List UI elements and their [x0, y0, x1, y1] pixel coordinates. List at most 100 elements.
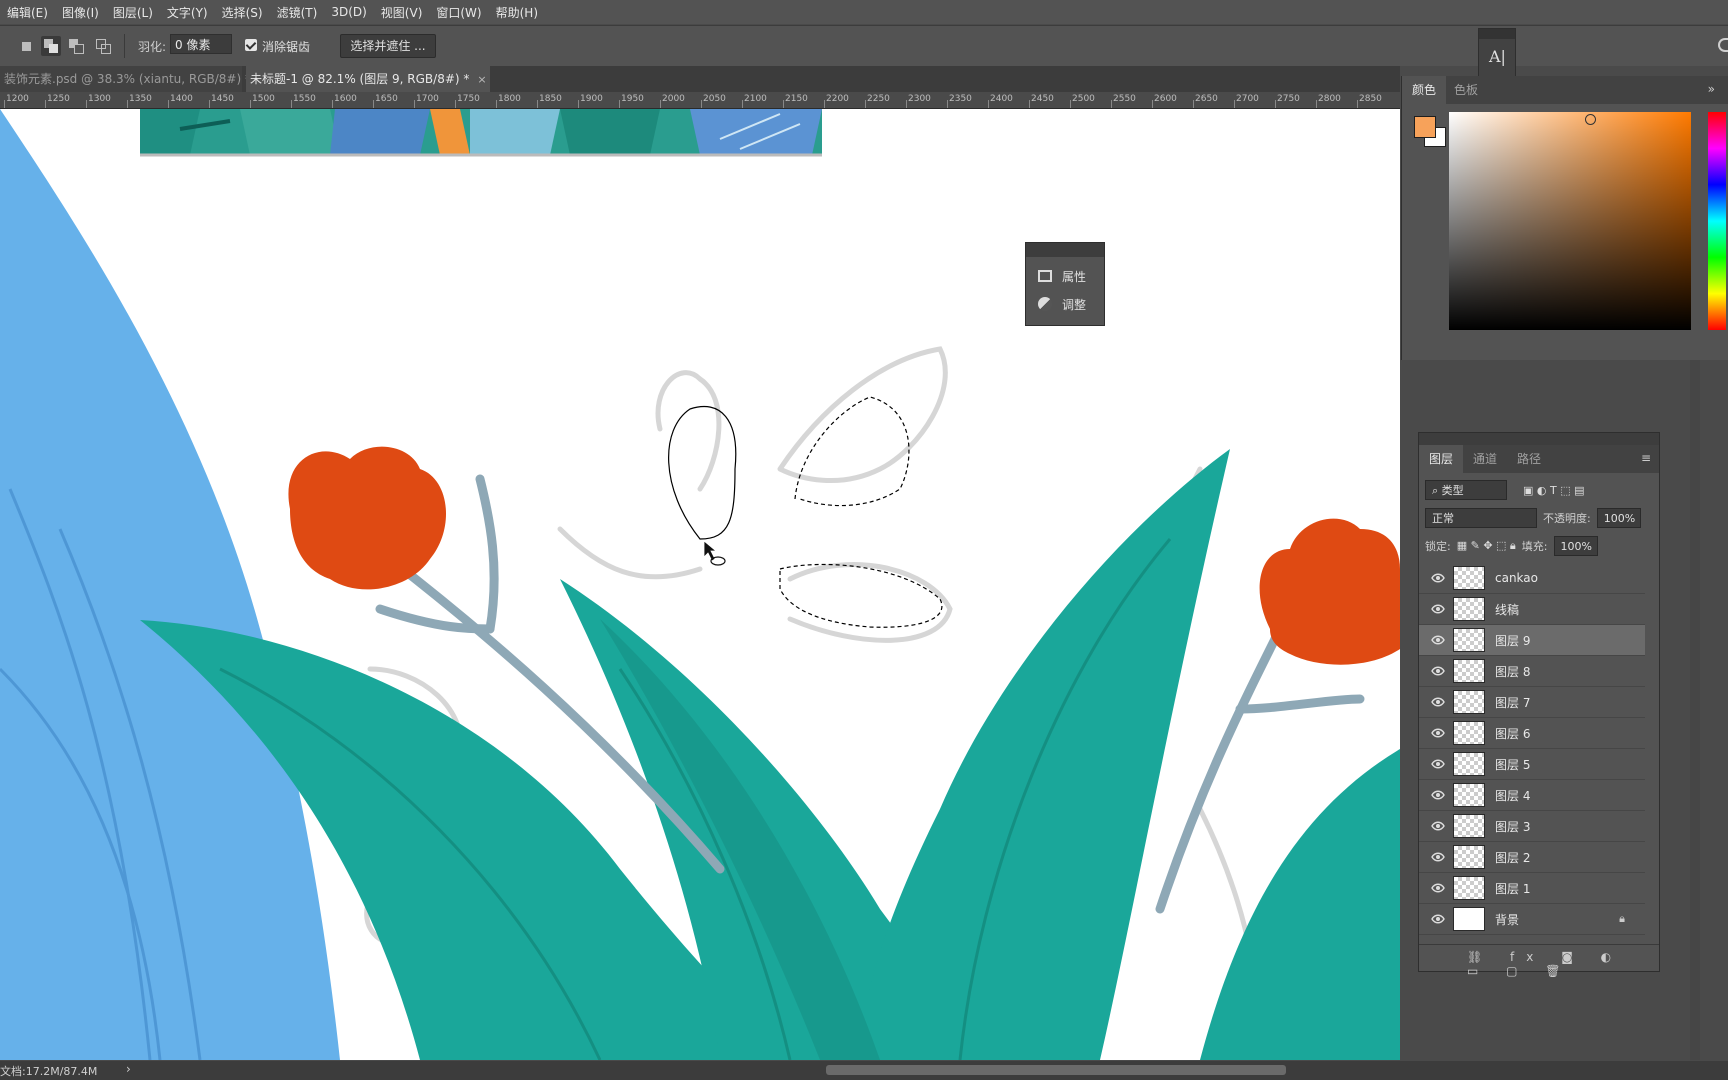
menu-help[interactable]: 帮助(H) [489, 4, 545, 21]
layer-thumbnail [1453, 752, 1485, 776]
menu-edit[interactable]: 编辑(E) [0, 4, 55, 21]
ruler-label: 2750 [1277, 94, 1300, 104]
layer-row[interactable]: 图层 3 [1419, 811, 1645, 842]
visibility-eye-icon[interactable] [1431, 788, 1445, 802]
status-arrow-icon[interactable]: › [126, 1062, 131, 1076]
layer-row[interactable]: 图层 6 [1419, 718, 1645, 749]
panel-scrollbar[interactable] [1690, 360, 1700, 1060]
tab-swatches[interactable]: 色板 [1444, 76, 1488, 104]
layer-name: 线稿 [1495, 602, 1520, 617]
visibility-eye-icon[interactable] [1431, 850, 1445, 864]
tab-paths[interactable]: 路径 [1507, 445, 1551, 473]
layer-row[interactable]: cankao [1419, 563, 1645, 594]
search-icon[interactable] [1718, 38, 1728, 52]
ruler-tick [291, 100, 292, 108]
antialias-checkbox[interactable] [245, 39, 257, 51]
color-panel-tabs: 颜色 色板 » [1402, 76, 1728, 104]
layer-row[interactable]: 线稿 [1419, 594, 1645, 625]
visibility-eye-icon[interactable] [1431, 695, 1445, 709]
menu-view[interactable]: 视图(V) [374, 4, 430, 21]
ruler-tick [1275, 100, 1276, 108]
visibility-eye-icon[interactable] [1431, 757, 1445, 771]
ruler-label: 1750 [457, 94, 480, 104]
layer-filter-select[interactable]: ⌕ 类型 [1425, 480, 1507, 500]
tab-channels[interactable]: 通道 [1463, 445, 1507, 473]
adjustments-button[interactable]: 调整 [1038, 293, 1086, 315]
document-tabs: 装饰元素.psd @ 38.3% (xiantu, RGB/8#) *× 未标题… [0, 66, 1400, 92]
layer-row[interactable]: 图层 2 [1419, 842, 1645, 873]
add-to-selection-icon[interactable] [41, 36, 61, 56]
menu-select[interactable]: 选择(S) [215, 4, 270, 21]
menu-image[interactable]: 图像(I) [55, 4, 106, 21]
layer-row[interactable]: 图层 7 [1419, 687, 1645, 718]
visibility-eye-icon[interactable] [1431, 912, 1445, 926]
type-panel-icon[interactable]: A| [1489, 47, 1506, 66]
document-canvas[interactable] [0, 109, 1400, 1060]
subtract-from-selection-icon[interactable] [66, 36, 86, 56]
color-picker-marker[interactable] [1585, 114, 1596, 125]
menu-type[interactable]: 文字(Y) [160, 4, 215, 21]
tab-label: 装饰元素.psd @ 38.3% (xiantu, RGB/8#) * [4, 72, 251, 86]
menu-layer[interactable]: 图层(L) [106, 4, 160, 21]
layer-row[interactable]: 图层 8 [1419, 656, 1645, 687]
ruler-label: 1950 [621, 94, 644, 104]
properties-button[interactable]: 属性 [1038, 265, 1086, 287]
layer-row[interactable]: 图层 9 [1419, 625, 1645, 656]
layer-row[interactable]: 图层 1 [1419, 873, 1645, 904]
ruler-label: 2250 [867, 94, 890, 104]
tab-decor-elements[interactable]: 装饰元素.psd @ 38.3% (xiantu, RGB/8#) *× [0, 66, 268, 92]
menu-3d[interactable]: 3D(D) [324, 5, 373, 19]
menu-window[interactable]: 窗口(W) [429, 4, 488, 21]
color-picker-field[interactable] [1449, 112, 1691, 330]
visibility-eye-icon[interactable] [1431, 881, 1445, 895]
opacity-input[interactable]: 100% [1596, 508, 1641, 528]
hue-slider[interactable] [1708, 112, 1726, 330]
feather-input[interactable]: 0 像素 [170, 34, 232, 54]
fill-input[interactable]: 100% [1553, 536, 1598, 556]
close-icon[interactable]: × [477, 73, 486, 86]
ruler-label: 2200 [826, 94, 849, 104]
visibility-eye-icon[interactable] [1431, 602, 1445, 616]
intersect-selection-icon[interactable] [93, 36, 113, 56]
layer-name: 图层 3 [1495, 819, 1531, 834]
visibility-eye-icon[interactable] [1431, 571, 1445, 585]
visibility-eye-icon[interactable] [1431, 664, 1445, 678]
layer-name: 背景 [1495, 912, 1520, 927]
ruler-tick [865, 100, 866, 108]
tab-layers[interactable]: 图层 [1419, 445, 1464, 473]
select-and-mask-button[interactable]: 选择并遮住 ... [340, 34, 436, 58]
lock-icons[interactable]: ▦ ✎ ✥ ⬚ 🔒︎ [1457, 539, 1516, 553]
ruler-label: 2100 [744, 94, 767, 104]
horizontal-scrollbar[interactable] [826, 1065, 1286, 1075]
blend-mode-select[interactable]: 正常 [1425, 508, 1537, 528]
tab-untitled-1[interactable]: 未标题-1 @ 82.1% (图层 9, RGB/8#) * × [246, 66, 490, 92]
ruler-tick [250, 100, 251, 108]
ruler-tick [1357, 100, 1358, 108]
layer-row[interactable]: 图层 5 [1419, 749, 1645, 780]
filter-type-icons[interactable]: ▣ ◐ T ⬚ ▤ [1523, 484, 1584, 497]
new-selection-icon[interactable] [16, 36, 36, 56]
panel-menu-icon[interactable]: ≡ [1641, 451, 1651, 465]
foreground-color-swatch[interactable] [1414, 116, 1436, 138]
tab-color[interactable]: 颜色 [1402, 76, 1447, 104]
ruler-tick [1316, 100, 1317, 108]
ruler-tick [988, 100, 989, 108]
layer-actions-icons[interactable]: ⛓ fx ◙ ◐ ▭ ▢ 🗑︎ [1467, 950, 1659, 978]
menu-filter[interactable]: 滤镜(T) [270, 4, 325, 21]
ruler-tick [906, 100, 907, 108]
panel-menu-icon[interactable]: » [1708, 82, 1715, 96]
ruler-tick [332, 100, 333, 108]
visibility-eye-icon[interactable] [1431, 726, 1445, 740]
visibility-eye-icon[interactable] [1431, 633, 1445, 647]
panel-header [1026, 243, 1104, 257]
visibility-eye-icon[interactable] [1431, 819, 1445, 833]
ruler-tick [1193, 100, 1194, 108]
ruler-label: 1350 [129, 94, 152, 104]
lock-icon[interactable]: 🔒︎ [1619, 912, 1625, 926]
ruler-tick [1234, 100, 1235, 108]
layer-row[interactable]: 图层 4 [1419, 780, 1645, 811]
layer-thumbnail [1453, 721, 1485, 745]
ruler-label: 2050 [703, 94, 726, 104]
layer-row[interactable]: 背景 🔒︎ [1419, 904, 1645, 935]
layer-name: 图层 4 [1495, 788, 1531, 803]
